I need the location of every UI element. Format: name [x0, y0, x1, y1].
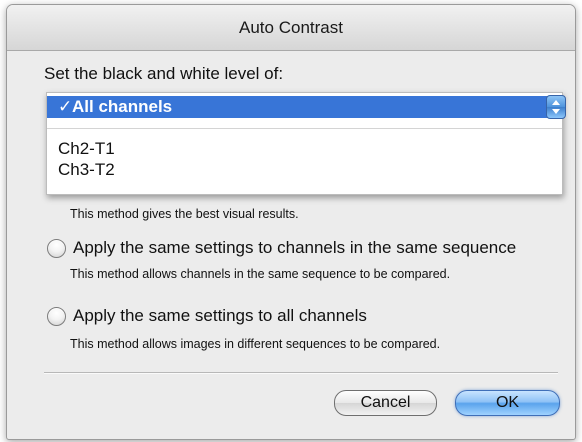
radio-label-same-sequence: Apply the same settings to channels in t… [73, 238, 517, 257]
option-1-description: This method gives the best visual result… [70, 207, 299, 221]
popup-menu-list: ✓All channels Ch2-T1 Ch3-T2 [46, 92, 563, 195]
menu-separator [47, 128, 562, 129]
menu-item-all-channels[interactable]: ✓All channels [47, 96, 562, 118]
option-3-description: This method allows images in different s… [70, 337, 441, 351]
menu-item-label: All channels [72, 97, 173, 116]
radio-label-all-channels: Apply the same settings to all channels [73, 306, 367, 325]
prompt-label: Set the black and white level of: [44, 64, 284, 83]
channel-popup-menu: ✓All channels Ch2-T1 Ch3-T2 [46, 92, 566, 195]
menu-item-ch2-t1[interactable]: Ch2-T1 [47, 138, 562, 160]
option-2-description: This method allows channels in the same … [70, 267, 451, 281]
radio-same-sequence[interactable]: Apply the same settings to channels in t… [47, 237, 516, 259]
menu-item-label: Ch3-T2 [58, 160, 115, 179]
menu-item-ch3-t2[interactable]: Ch3-T2 [47, 159, 562, 181]
radio-button[interactable] [47, 306, 66, 326]
checkmark-icon: ✓ [58, 97, 73, 116]
separator [44, 372, 558, 374]
cancel-button[interactable]: Cancel [334, 390, 437, 416]
auto-contrast-dialog: Auto Contrast Set the black and white le… [6, 4, 576, 440]
radio-all-channels[interactable]: Apply the same settings to all channels [47, 305, 367, 327]
window-title: Auto Contrast [7, 5, 575, 51]
ok-button[interactable]: OK [455, 390, 560, 416]
menu-item-label: Ch2-T1 [58, 139, 115, 158]
radio-button[interactable] [47, 238, 66, 258]
up-down-arrows-icon[interactable] [546, 95, 566, 119]
